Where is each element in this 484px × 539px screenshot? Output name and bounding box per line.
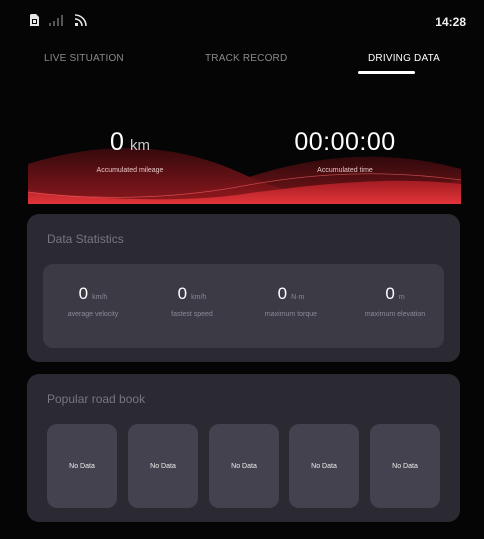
road-book-item[interactable]: No Data xyxy=(209,424,279,508)
mileage-unit: km xyxy=(129,137,150,154)
road-book-item[interactable]: No Data xyxy=(47,424,117,508)
time-label: Accumulated time xyxy=(317,167,373,174)
stat-value: 0 xyxy=(177,284,188,303)
stat-maximum-elevation: 0 m maximum elevation xyxy=(355,284,435,319)
stat-maximum-torque: 0 N·m maximum torque xyxy=(251,284,331,319)
sim-card-icon xyxy=(30,13,39,31)
tab-live-situation[interactable]: LIVE SITUATION xyxy=(44,53,124,64)
stat-unit: km/h xyxy=(191,294,207,301)
stat-value: 0 xyxy=(277,284,288,303)
status-icons xyxy=(30,13,87,31)
status-bar: 14:28 xyxy=(0,0,484,40)
stat-value: 0 xyxy=(385,284,395,303)
road-book-card: Popular road book No Data No Data No Dat… xyxy=(27,374,460,522)
stat-value: 0 xyxy=(78,284,89,303)
clock: 14:28 xyxy=(435,15,466,29)
tab-bar: LIVE SITUATION TRACK RECORD DRIVING DATA xyxy=(0,48,484,78)
accumulated-summary: 0 km Accumulated mileage 00:00:00 Accumu… xyxy=(20,110,464,210)
mileage-metric: 0 km Accumulated mileage xyxy=(60,128,200,174)
road-book-item[interactable]: No Data xyxy=(370,424,440,508)
road-book-item[interactable]: No Data xyxy=(128,424,198,508)
active-tab-indicator xyxy=(358,71,415,74)
stat-label: fastest speed xyxy=(171,311,213,318)
stat-average-velocity: 0 km/h average velocity xyxy=(53,284,133,319)
road-book-title: Popular road book xyxy=(47,392,146,406)
stat-unit: m xyxy=(398,294,405,301)
stat-unit: N·m xyxy=(291,294,305,301)
data-statistics-card: Data Statistics 0 km/h average velocity … xyxy=(27,214,460,362)
stat-label: maximum torque xyxy=(264,311,318,318)
road-book-item[interactable]: No Data xyxy=(289,424,359,508)
signal-icon xyxy=(49,13,65,31)
time-metric: 00:00:00 Accumulated time xyxy=(270,128,420,174)
statistics-panel: 0 km/h average velocity 0 km/h fastest s… xyxy=(43,264,444,348)
tab-track-record[interactable]: TRACK RECORD xyxy=(205,53,287,64)
tab-driving-data[interactable]: DRIVING DATA xyxy=(368,53,440,64)
mileage-value: 0 xyxy=(110,128,124,156)
stat-label: average velocity xyxy=(67,311,119,318)
driving-data-screen: 14:28 LIVE SITUATION TRACK RECORD DRIVIN… xyxy=(0,0,484,539)
stat-fastest-speed: 0 km/h fastest speed xyxy=(152,284,232,319)
mileage-label: Accumulated mileage xyxy=(96,167,164,174)
time-value: 00:00:00 xyxy=(294,128,396,156)
stat-label: maximum elevation xyxy=(364,311,426,318)
stat-unit: km/h xyxy=(92,294,108,301)
data-statistics-title: Data Statistics xyxy=(47,232,124,246)
cast-icon xyxy=(74,13,87,31)
